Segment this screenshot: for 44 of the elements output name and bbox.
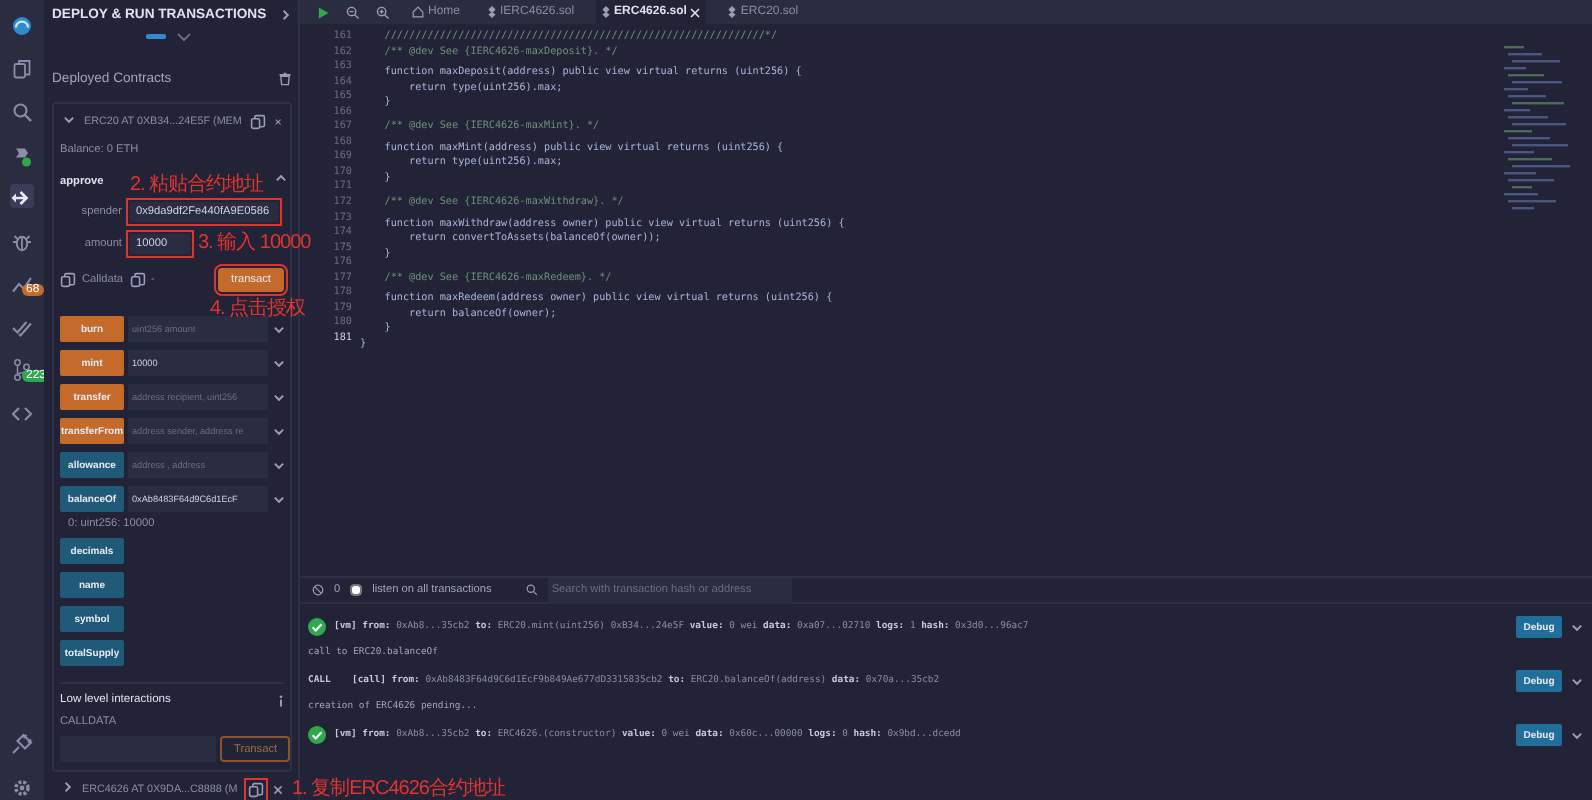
expand-icon[interactable]	[272, 390, 286, 404]
expand-icon[interactable]	[1570, 674, 1584, 688]
success-icon	[308, 726, 326, 744]
logo-icon[interactable]	[10, 14, 34, 38]
expand-icon[interactable]	[272, 492, 286, 506]
annotation-text: 2. 粘贴合约地址	[130, 176, 264, 196]
zoom-out-icon[interactable]	[346, 5, 360, 19]
expand-icon[interactable]	[60, 780, 74, 794]
expand-icon[interactable]	[1570, 728, 1584, 742]
copy-icon[interactable]	[248, 781, 264, 797]
gear-icon[interactable]	[10, 775, 34, 799]
annotation-text: 4. 点击授权	[210, 300, 306, 320]
listen-checkbox[interactable]	[350, 584, 363, 596]
run-icon[interactable]	[316, 5, 330, 19]
plug-icon[interactable]	[10, 732, 34, 756]
trash-icon[interactable]	[278, 72, 292, 86]
zoom-in-icon[interactable]	[376, 5, 390, 19]
home-icon	[412, 6, 424, 18]
expand-icon[interactable]	[1570, 620, 1584, 634]
expand-icon[interactable]	[278, 7, 293, 21]
annotation-text: 3. 输入 10000	[198, 234, 311, 254]
expand-icon[interactable]	[272, 458, 286, 472]
clear-icon[interactable]	[312, 584, 324, 596]
success-icon	[308, 618, 326, 636]
file-icon	[728, 6, 737, 18]
expand-icon[interactable]	[272, 322, 286, 336]
file-icon	[488, 6, 497, 18]
expand-icon[interactable]	[272, 356, 286, 370]
info-icon[interactable]	[278, 694, 284, 708]
copy-icon[interactable]	[129, 272, 146, 288]
close-icon[interactable]	[272, 783, 284, 795]
code-icon[interactable]	[10, 401, 34, 425]
expand-icon[interactable]	[272, 424, 286, 438]
arrow-icon[interactable]	[10, 186, 34, 210]
close-icon[interactable]	[273, 115, 282, 127]
search-icon	[525, 584, 538, 596]
collapse-icon[interactable]	[274, 172, 288, 186]
copy-icon[interactable]	[60, 272, 76, 288]
expand-icon[interactable]	[62, 112, 76, 126]
files-icon[interactable]	[10, 57, 34, 81]
annotation-text: 1. 复制ERC4626合约地址	[292, 779, 505, 799]
copy-icon[interactable]	[249, 113, 266, 129]
search-icon[interactable]	[10, 100, 34, 124]
file-icon	[602, 6, 611, 18]
